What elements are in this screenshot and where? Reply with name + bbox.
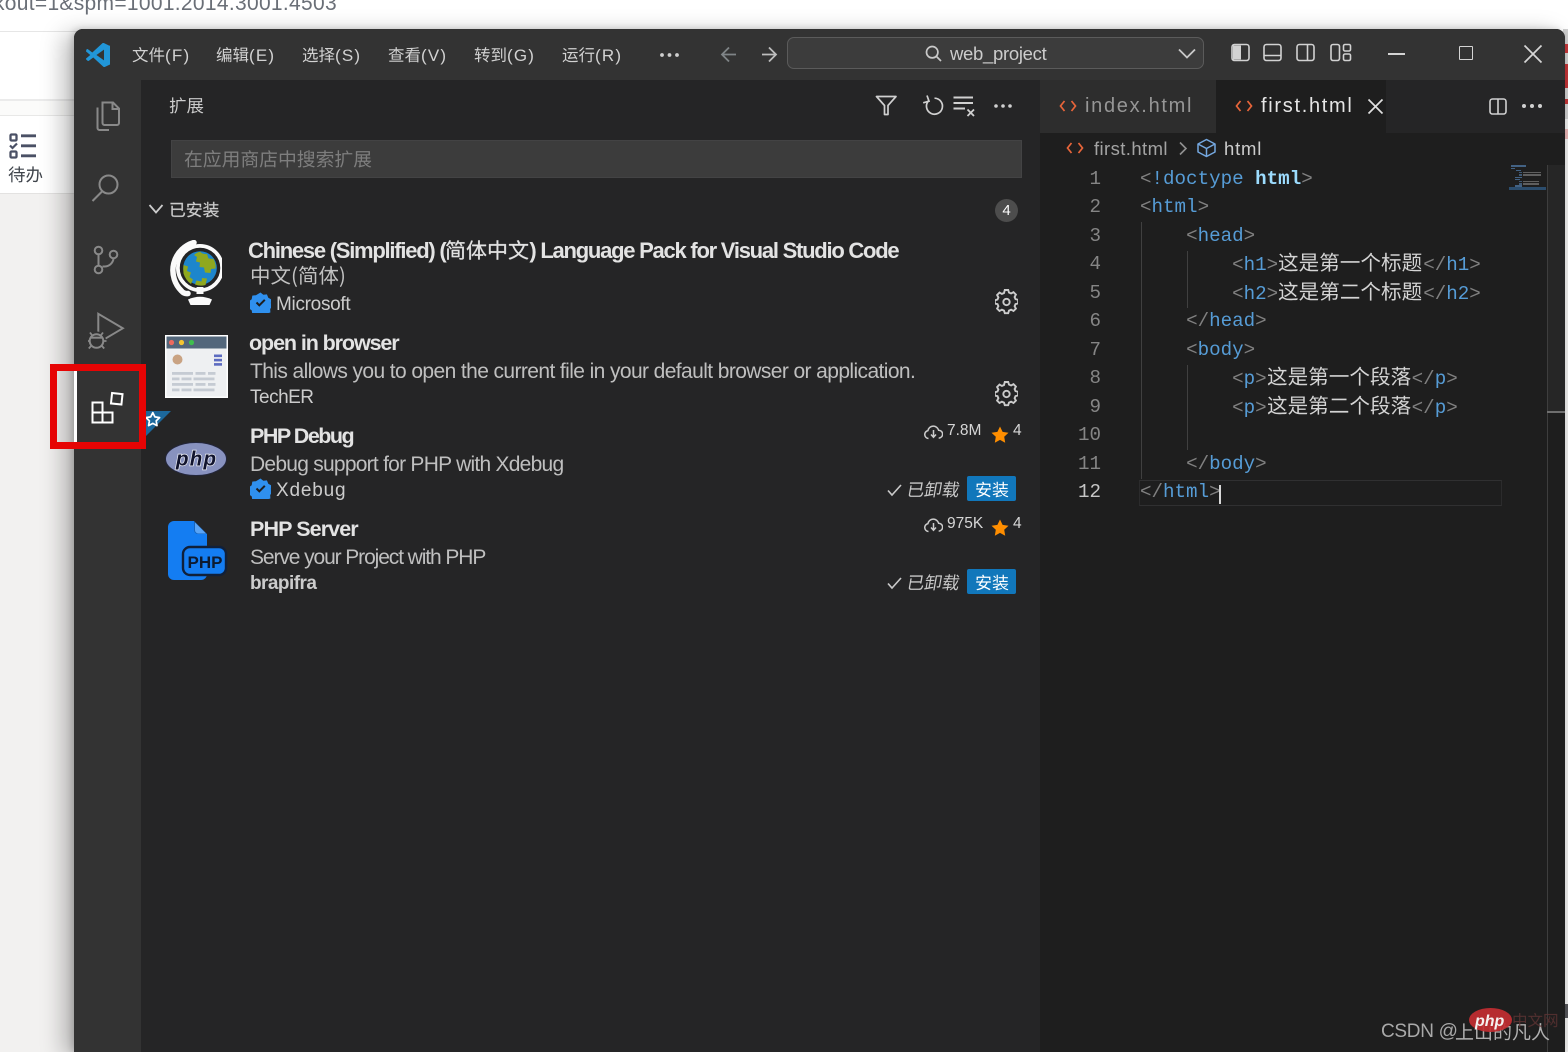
svg-text:php: php	[1474, 1013, 1505, 1030]
svg-text:php: php	[175, 448, 216, 471]
svg-text:PHP: PHP	[188, 553, 223, 572]
